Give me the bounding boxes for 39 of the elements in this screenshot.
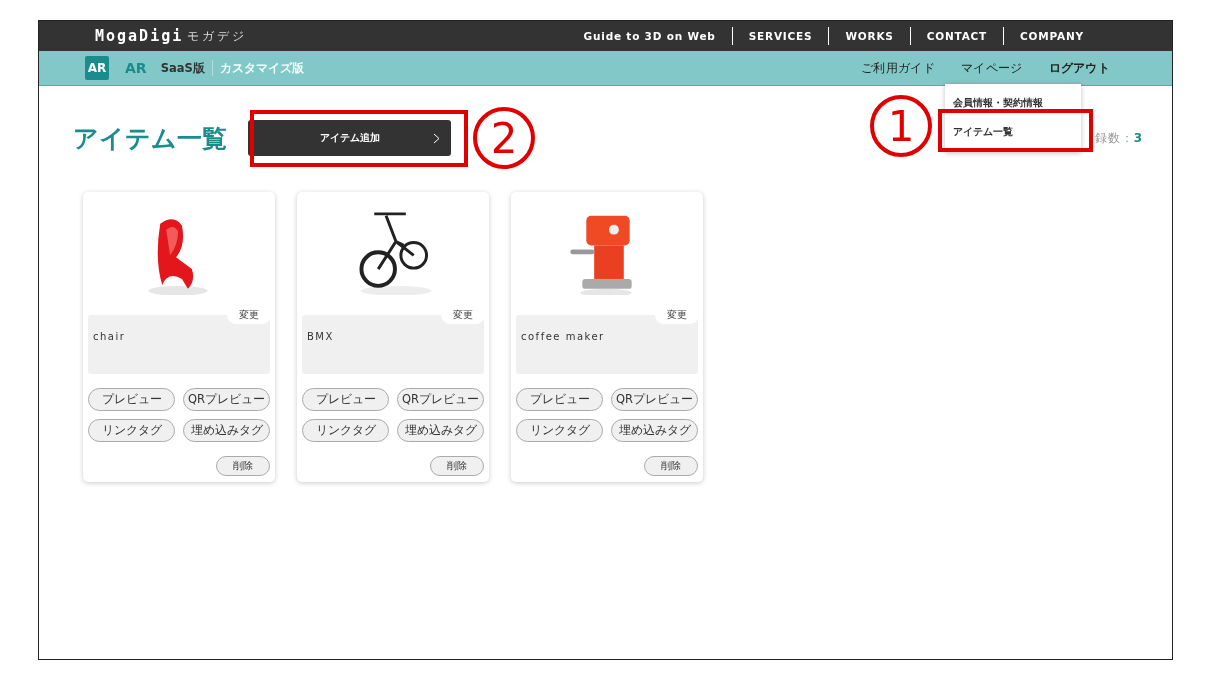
add-item-button[interactable]: アイテム追加 (248, 120, 451, 156)
action-button[interactable]: 埋め込みタグ (183, 419, 270, 443)
nav-link[interactable]: CONTACT (910, 30, 1004, 42)
nav-link[interactable]: COMPANY (1004, 30, 1100, 42)
menu-item[interactable]: アイテム一覧 (945, 118, 1081, 147)
chevron-icon (433, 133, 441, 144)
delete-button[interactable]: 削除 (216, 456, 270, 476)
step-number: 2 (473, 107, 535, 169)
action-button[interactable]: 埋め込みタグ (611, 419, 698, 443)
action-button[interactable]: プレビュー (516, 388, 603, 412)
item-name: BMX (307, 330, 334, 342)
page-title: アイテム一覧 (73, 122, 227, 155)
action-button[interactable]: リンクタグ (516, 419, 603, 443)
ar-badge: AR (85, 56, 109, 80)
action-button[interactable]: QRプレビュー (183, 388, 270, 412)
product-name: AR (125, 60, 147, 76)
action-button[interactable]: リンクタグ (302, 419, 389, 443)
action-button[interactable]: プレビュー (302, 388, 389, 412)
action-button[interactable]: 埋め込みタグ (397, 419, 484, 443)
delete-button[interactable]: 削除 (430, 456, 484, 476)
item-name: chair (93, 330, 126, 342)
account-link[interactable]: ご利用ガイド (861, 59, 935, 77)
logo-kana: モガデジ (187, 28, 248, 44)
account-link[interactable]: ログアウト (1048, 59, 1110, 77)
step-number: 1 (870, 95, 932, 157)
nav-link[interactable]: Guide to 3D on Web (567, 30, 732, 42)
item-name: coffee maker (521, 330, 605, 342)
action-button[interactable]: QRプレビュー (611, 388, 698, 412)
action-button[interactable]: プレビュー (88, 388, 175, 412)
nav-link[interactable]: SERVICES (732, 30, 829, 42)
delete-button[interactable]: 削除 (644, 456, 698, 476)
action-button[interactable]: QRプレビュー (397, 388, 484, 412)
account-link[interactable]: マイページ (961, 59, 1023, 77)
edition-tab[interactable]: SaaS版 (160, 60, 205, 76)
menu-item[interactable]: 会員情報・契約情報 (945, 89, 1081, 118)
item-count: 録数：3 (1094, 129, 1143, 147)
action-button[interactable]: リンクタグ (88, 419, 175, 443)
nav-link[interactable]: WORKS (829, 30, 910, 42)
logo[interactable]: MogaDigi (95, 27, 184, 45)
